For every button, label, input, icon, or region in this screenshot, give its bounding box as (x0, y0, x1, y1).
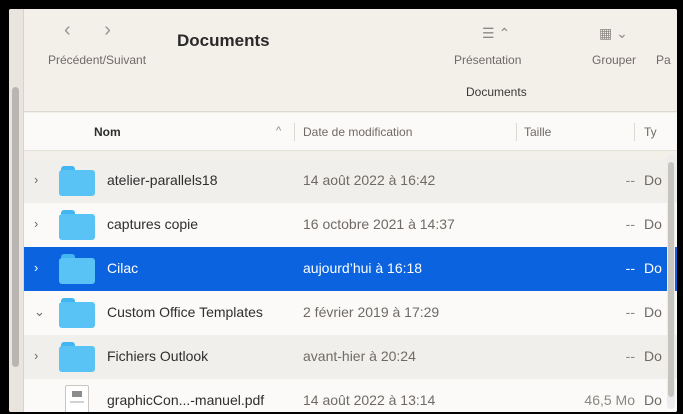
sort-ascending-icon[interactable]: ^ (276, 125, 281, 137)
column-separator[interactable] (294, 123, 295, 141)
modified-date: 14 août 2022 à 16:42 (303, 172, 436, 188)
list-view-icon[interactable]: ☰ ⌃ (482, 25, 510, 42)
folder-icon (59, 254, 95, 284)
column-header: Nom ^ Date de modification Taille Ty (24, 113, 677, 151)
disclosure-triangle[interactable]: › (34, 348, 38, 363)
disclosure-triangle[interactable]: › (34, 172, 38, 187)
file-name: Custom Office Templates (107, 304, 263, 320)
more-toolbar-label: Pa (656, 53, 671, 67)
path-title: Documents (466, 85, 527, 99)
folder-icon (59, 166, 95, 196)
grid-group-icon[interactable]: ▦ ⌄ (599, 25, 628, 42)
modified-date: avant-hier à 20:24 (303, 348, 416, 364)
file-name: Fichiers Outlook (107, 348, 209, 364)
column-separator[interactable] (516, 123, 517, 141)
back-forward-label: Précédent/Suivant (48, 53, 147, 67)
folder-icon (59, 342, 95, 372)
column-separator[interactable] (634, 123, 635, 141)
file-name: graphicCon...-manuel.pdf (107, 392, 265, 408)
list-item-selected[interactable]: › Cilac aujourd’hui à 16:18 -- Do (24, 247, 677, 291)
folder-icon (59, 210, 95, 240)
file-kind: Do (644, 304, 662, 320)
scroll-thumb[interactable] (668, 162, 674, 397)
column-name-header[interactable]: Nom (94, 125, 121, 139)
list-item[interactable]: graphicCon...-manuel.pdf 14 août 2022 à … (24, 379, 677, 412)
file-kind: Do (644, 216, 662, 232)
finder-window: ‹ › Précédent/Suivant Documents ☰ ⌃ Prés… (9, 9, 677, 412)
modified-date: 16 octobre 2021 à 14:37 (303, 216, 455, 232)
file-list: › atelier-parallels18 14 août 2022 à 16:… (24, 151, 677, 412)
file-size: -- (625, 348, 635, 364)
disclosure-triangle[interactable]: › (34, 260, 38, 275)
group-label: Grouper (592, 53, 637, 67)
column-size-header[interactable]: Taille (524, 125, 551, 139)
modified-date: 2 février 2019 à 17:29 (303, 304, 440, 320)
window-title: Documents (177, 31, 270, 50)
file-size: -- (625, 216, 635, 232)
sidebar-scroll-thumb[interactable] (12, 87, 19, 367)
file-kind: Do (644, 392, 662, 408)
modified-date: aujourd’hui à 16:18 (303, 260, 423, 276)
pdf-file-icon (65, 385, 89, 412)
file-kind: Do (644, 348, 662, 364)
disclosure-triangle[interactable]: ⌄ (34, 304, 45, 320)
list-item[interactable]: › atelier-parallels18 14 août 2022 à 16:… (24, 159, 677, 203)
file-size: -- (625, 304, 635, 320)
modified-date: 14 août 2022 à 13:14 (303, 392, 436, 408)
toolbar: ‹ › Précédent/Suivant Documents ☰ ⌃ Prés… (24, 9, 677, 112)
list-item[interactable]: › captures copie 16 octobre 2021 à 14:37… (24, 203, 677, 247)
presentation-label: Présentation (454, 53, 522, 67)
file-kind: Do (644, 172, 662, 188)
vertical-scrollbar[interactable] (667, 154, 675, 409)
back-forward-buttons[interactable]: ‹ › (64, 19, 125, 42)
file-size: 46,5 Mo (584, 392, 635, 408)
file-name: captures copie (107, 216, 199, 232)
file-name: Cilac (107, 260, 139, 276)
folder-icon (59, 298, 95, 328)
column-date-header[interactable]: Date de modification (303, 125, 412, 139)
list-item[interactable]: ⌄ Custom Office Templates 2 février 2019… (24, 291, 677, 335)
file-name: atelier-parallels18 (107, 172, 218, 188)
sidebar-edge (9, 9, 24, 412)
file-size: -- (625, 260, 635, 276)
column-kind-header[interactable]: Ty (644, 125, 657, 139)
disclosure-triangle[interactable]: › (34, 216, 38, 231)
list-item[interactable]: › Fichiers Outlook avant-hier à 20:24 --… (24, 335, 677, 379)
file-kind: Do (644, 260, 662, 276)
file-size: -- (625, 172, 635, 188)
